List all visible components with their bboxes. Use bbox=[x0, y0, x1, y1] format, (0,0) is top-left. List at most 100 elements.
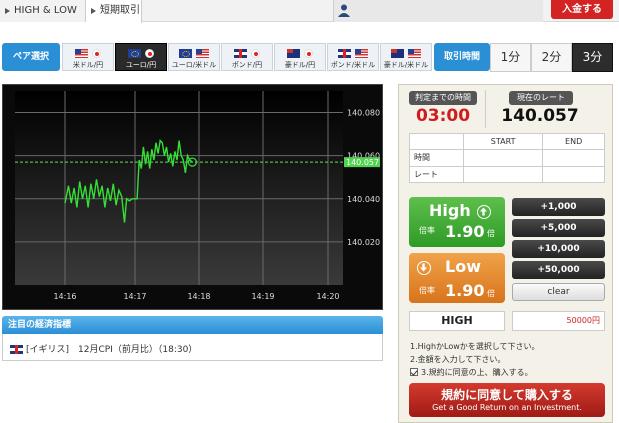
low-odds-value: 1.90 bbox=[445, 281, 485, 300]
current-rate-label: 現在のレート bbox=[509, 91, 573, 105]
low-odds-unit: 倍 bbox=[487, 289, 495, 298]
add-10000-button[interactable]: +10,000 bbox=[512, 240, 605, 258]
pair-label: 豪ドル/円 bbox=[284, 61, 316, 69]
period-1min-button[interactable]: 1分 bbox=[490, 43, 531, 72]
pair-button[interactable]: 豪ドル/米ドル bbox=[380, 43, 432, 71]
y-tick-label: 140.040 bbox=[347, 195, 380, 204]
eu-flag-icon bbox=[179, 49, 192, 58]
au-flag-icon bbox=[287, 49, 300, 58]
pair-button[interactable]: ユーロ/円 bbox=[115, 43, 167, 71]
buy-button[interactable]: 規約に同意して購入する Get a Good Return on an Inve… bbox=[409, 383, 605, 417]
x-tick-label: 14:17 bbox=[123, 292, 146, 301]
pair-label: 米ドル/円 bbox=[72, 61, 104, 69]
y-tick-label: 140.020 bbox=[347, 238, 380, 247]
current-rate-value: 140.057 bbox=[501, 106, 579, 126]
x-tick-label: 14:16 bbox=[53, 292, 76, 301]
high-label: High bbox=[429, 201, 471, 220]
gb-flag-icon bbox=[234, 49, 247, 58]
period-3min-button[interactable]: 3分 bbox=[572, 43, 613, 72]
pair-flags bbox=[275, 46, 325, 60]
row-time: 時間 bbox=[409, 149, 464, 167]
us-flag-icon bbox=[355, 49, 368, 58]
current-rate-tag-label: 140.057 bbox=[346, 158, 379, 167]
price-chart: 140.020 140.040 140.060 140.080 14:16 14:17 14… bbox=[2, 84, 383, 310]
pair-flags bbox=[116, 46, 166, 60]
add-1000-button[interactable]: +1,000 bbox=[512, 198, 605, 216]
eu-flag-icon bbox=[128, 49, 141, 58]
high-odds-label: 倍率 bbox=[419, 226, 435, 235]
jp-flag-icon bbox=[92, 49, 101, 58]
period-2min-button[interactable]: 2分 bbox=[531, 43, 572, 72]
pair-flags bbox=[381, 46, 431, 60]
indicator-title: 12月CPI（前月比）（18:30） bbox=[78, 345, 198, 355]
agree-checkbox[interactable] bbox=[410, 368, 418, 376]
jp-flag-icon bbox=[145, 49, 154, 58]
col-end: END bbox=[542, 132, 605, 151]
pair-button[interactable]: 豪ドル/円 bbox=[274, 43, 326, 71]
col-start: START bbox=[462, 132, 544, 151]
us-flag-icon bbox=[75, 49, 88, 58]
deposit-button[interactable]: 入金する bbox=[551, 0, 613, 19]
low-label: Low bbox=[445, 257, 481, 276]
cell-end-time bbox=[542, 149, 605, 167]
trade-info-table: START END 時間 レート bbox=[409, 132, 605, 184]
pair-flags bbox=[63, 46, 113, 60]
high-odds-unit: 倍 bbox=[487, 229, 495, 238]
clear-button[interactable]: clear bbox=[512, 283, 605, 301]
pair-label: ポンド/米ドル bbox=[330, 61, 376, 69]
buy-button-sublabel: Get a Good Return on an Investment. bbox=[432, 403, 582, 412]
low-button[interactable]: Low 倍率 1.90 倍 bbox=[409, 253, 505, 303]
us-flag-icon bbox=[408, 49, 421, 58]
economic-indicator-header: 注目の経済指標 bbox=[2, 316, 383, 334]
pair-select-label: ペア選択 bbox=[2, 43, 60, 71]
time-remaining-label: 判定までの時間 bbox=[409, 91, 477, 105]
table-corner bbox=[409, 132, 464, 151]
pair-flags bbox=[328, 46, 378, 60]
gb-flag-icon bbox=[338, 49, 351, 58]
account-area[interactable] bbox=[333, 0, 543, 22]
pair-label: ユーロ/円 bbox=[125, 61, 157, 69]
user-icon bbox=[338, 4, 350, 17]
price-chart-svg: 140.020140.040140.060140.08014:16 14:17 14… bbox=[15, 91, 380, 301]
buy-button-label: 規約に同意して購入する bbox=[441, 388, 573, 402]
jp-flag-icon bbox=[251, 49, 260, 58]
indicator-country: [イギリス] bbox=[26, 345, 70, 355]
economic-indicator-item: [イギリス] 12月CPI（前月比）（18:30） bbox=[26, 342, 197, 355]
pair-button[interactable]: ユーロ/米ドル bbox=[168, 43, 220, 71]
pair-button[interactable]: 米ドル/円 bbox=[62, 43, 114, 71]
tab-short-term[interactable]: 短期取引 bbox=[86, 0, 142, 23]
pair-flags bbox=[222, 46, 272, 60]
row-rate: レート bbox=[409, 165, 464, 184]
high-button[interactable]: High 倍率 1.90 倍 bbox=[409, 197, 505, 247]
trade-time-label: 取引時間 bbox=[434, 43, 490, 71]
low-odds-label: 倍率 bbox=[419, 286, 435, 295]
x-tick-label: 14:18 bbox=[187, 292, 210, 301]
cell-end-rate bbox=[542, 165, 605, 184]
add-50000-button[interactable]: +50,000 bbox=[512, 261, 605, 279]
cell-start-rate bbox=[462, 165, 544, 184]
time-remaining-value: 03:00 bbox=[415, 106, 471, 126]
instruction-3: 3.規約に同意の上、購入する。 bbox=[421, 368, 533, 377]
y-tick-label: 140.080 bbox=[347, 109, 380, 118]
pair-label: ユーロ/米ドル bbox=[171, 61, 217, 69]
jp-flag-icon bbox=[304, 49, 313, 58]
pair-label: ポンド/円 bbox=[231, 61, 263, 69]
pair-button[interactable]: ポンド/米ドル bbox=[327, 43, 379, 71]
au-flag-icon bbox=[391, 49, 404, 58]
cell-start-time bbox=[462, 149, 544, 167]
x-tick-label: 14:20 bbox=[316, 292, 339, 301]
table-row: レート bbox=[409, 165, 605, 184]
x-tick-label: 14:19 bbox=[251, 292, 274, 301]
amount-input[interactable]: 50000円 bbox=[512, 311, 605, 331]
tab-high-low-label: HIGH & LOW bbox=[14, 5, 77, 16]
pair-label: 豪ドル/米ドル bbox=[383, 61, 429, 69]
table-row: START END bbox=[409, 132, 605, 151]
chart-plot-area bbox=[15, 91, 343, 285]
arrow-down-icon bbox=[417, 261, 431, 275]
tab-high-low[interactable]: HIGH & LOW bbox=[0, 0, 86, 22]
pair-flags bbox=[169, 46, 219, 60]
tab-short-term-label: 短期取引 bbox=[100, 5, 140, 16]
high-odds-value: 1.90 bbox=[445, 222, 485, 241]
pair-button[interactable]: ポンド/円 bbox=[221, 43, 273, 71]
add-5000-button[interactable]: +5,000 bbox=[512, 219, 605, 237]
